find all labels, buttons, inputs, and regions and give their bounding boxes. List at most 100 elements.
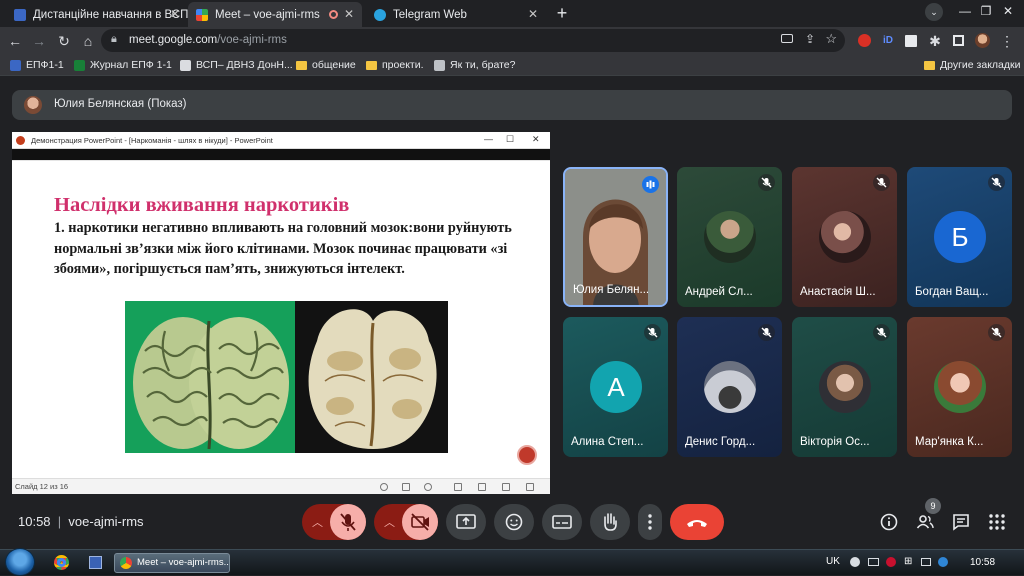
chat-icon[interactable]	[952, 513, 970, 531]
extension-id-icon[interactable]: iD	[879, 32, 897, 50]
taskbar-active-window[interactable]: Meet – voe-ajmi-rms...	[114, 553, 230, 573]
mic-options-chevron-icon[interactable]: ︿	[312, 514, 323, 530]
participant-tile[interactable]: Андрей Сл...	[677, 167, 782, 307]
bookmark-journal[interactable]: Журнал ЕПФ 1-1	[74, 58, 172, 72]
camera-control-group: ︿	[374, 504, 438, 540]
slide-sorter-icon[interactable]	[478, 483, 486, 491]
tab-search-icon[interactable]: ⌄	[925, 3, 943, 21]
extension-red-icon[interactable]	[858, 34, 871, 47]
bookmark-label: Журнал ЕПФ 1-1	[90, 59, 172, 71]
participant-name: Вікторія Ос...	[800, 436, 870, 448]
participant-tile[interactable]: Б Богдан Ващ...	[907, 167, 1012, 307]
tray-window-icon[interactable]	[868, 558, 879, 566]
hand-icon	[604, 513, 617, 531]
participant-tile[interactable]: Анастасія Ш...	[792, 167, 897, 307]
tab-title: Дистанційне навчання в ВСП	[33, 8, 188, 21]
camera-options-chevron-icon[interactable]: ︿	[384, 514, 395, 530]
tab-strip: Дистанційне навчання в ВСП ✕ Meet – voe-…	[0, 0, 1024, 27]
telegram-favicon-icon	[374, 8, 386, 21]
profile-avatar[interactable]	[975, 33, 990, 48]
taskbar-clock[interactable]: 10:58	[970, 557, 995, 568]
back-icon[interactable]: ←	[6, 32, 24, 50]
share-icon[interactable]: ⇪	[805, 32, 815, 46]
normal-view-icon[interactable]	[454, 483, 462, 491]
bookmark-folder-proekty[interactable]: проекти.	[366, 58, 424, 72]
bookmark-star-icon[interactable]: ☆	[825, 31, 837, 47]
bookmark-folder-obshchenie[interactable]: общение	[296, 58, 356, 72]
participant-tile[interactable]: Юлия Белян...	[563, 167, 668, 307]
reload-icon[interactable]: ↻	[55, 32, 73, 50]
new-tab-button[interactable]: +	[552, 2, 572, 24]
chrome-taskbar-icon[interactable]	[52, 554, 72, 572]
lock-icon: 🔒︎	[111, 33, 117, 45]
restore-button[interactable]: ❐	[976, 0, 996, 22]
site-favicon-icon	[10, 59, 21, 71]
mic-toggle-button[interactable]	[330, 504, 366, 540]
bookmark-yak-ty-brate[interactable]: Як ти, брате?	[434, 58, 515, 72]
leave-call-button[interactable]	[670, 504, 724, 540]
taskbar-item-label: Meet – voe-ajmi-rms...	[137, 557, 230, 568]
close-tab-icon[interactable]: ✕	[344, 7, 354, 21]
avatar: Б	[934, 211, 986, 263]
emoji-icon	[505, 513, 523, 531]
camera-in-use-icon[interactable]	[781, 34, 793, 43]
captions-button[interactable]	[542, 504, 582, 540]
speaking-indicator-icon	[642, 176, 659, 193]
tab-meet[interactable]: Meet – voe-ajmi-rms ✕	[188, 2, 362, 27]
tray-network-icon[interactable]: ⊞	[904, 556, 912, 567]
brain-damaged-image	[295, 301, 448, 453]
minimize-icon[interactable]: —	[484, 134, 493, 144]
start-button[interactable]	[5, 548, 35, 576]
tab-distance-learning[interactable]: Дистанційне навчання в ВСП ✕	[6, 2, 188, 27]
language-indicator[interactable]: UK	[826, 556, 840, 567]
bookmark-epf[interactable]: ЕПФ1-1	[10, 58, 64, 72]
close-tab-icon[interactable]: ✕	[528, 7, 538, 21]
people-icon[interactable]	[916, 513, 934, 531]
activities-icon[interactable]	[988, 513, 1006, 531]
participant-tile[interactable]: Денис Горд...	[677, 317, 782, 457]
chrome-menu-icon[interactable]: ⋮	[998, 32, 1016, 50]
avatar	[819, 211, 871, 263]
reading-view-icon[interactable]	[502, 483, 510, 491]
slideshow-icon[interactable]	[526, 483, 534, 491]
extensions-puzzle-icon[interactable]: ✱	[926, 32, 944, 50]
bookmark-label: проекти.	[382, 59, 424, 71]
meeting-details-icon[interactable]	[880, 513, 898, 531]
home-icon[interactable]: ⌂	[79, 32, 97, 50]
tray-red-app-icon[interactable]	[886, 557, 896, 567]
address-bar[interactable]: 🔒︎ meet.google.com/voe-ajmi-rms ⇪ ☆	[101, 29, 845, 52]
close-icon[interactable]: ✕	[532, 134, 540, 145]
avatar	[704, 211, 756, 263]
participant-tile[interactable]: А Алина Степ...	[563, 317, 668, 457]
minimize-button[interactable]: —	[955, 0, 975, 22]
camera-toggle-button[interactable]	[402, 504, 438, 540]
mic-control-group: ︿	[302, 504, 366, 540]
maximize-icon[interactable]: ☐	[506, 134, 514, 145]
extension-square-icon[interactable]	[905, 35, 917, 47]
participant-name: Юлия Белян...	[573, 284, 650, 296]
tab-telegram[interactable]: Telegram Web ✕	[366, 2, 546, 27]
reactions-button[interactable]	[494, 504, 534, 540]
more-options-button[interactable]	[638, 504, 662, 540]
avatar	[819, 361, 871, 413]
close-window-button[interactable]: ✕	[998, 0, 1018, 22]
participant-tile[interactable]: Мар'янка К...	[907, 317, 1012, 457]
participant-tile[interactable]: Вікторія Ос...	[792, 317, 897, 457]
tray-minus-icon[interactable]	[850, 557, 860, 567]
save-taskbar-icon[interactable]	[86, 554, 106, 572]
tray-display-icon[interactable]	[921, 558, 931, 566]
accessibility-icon[interactable]	[380, 483, 388, 491]
other-bookmarks[interactable]: Другие закладки	[924, 58, 1020, 72]
zoom-icon[interactable]	[424, 483, 432, 491]
present-screen-button[interactable]	[446, 504, 486, 540]
raise-hand-button[interactable]	[590, 504, 630, 540]
bookmark-vsp[interactable]: ВСП– ДВНЗ ДонН...	[180, 58, 293, 72]
presenter-label: Юлия Белянская (Показ)	[54, 98, 187, 110]
tray-power-icon[interactable]	[938, 557, 948, 567]
presentation-window[interactable]: Демонстрация PowerPoint - [Наркоманія - …	[12, 132, 550, 494]
side-panel-icon[interactable]	[953, 35, 964, 46]
close-tab-icon[interactable]: ✕	[170, 7, 180, 21]
other-bookmarks-label: Другие закладки	[940, 59, 1021, 71]
forward-icon[interactable]: →	[30, 32, 48, 50]
notes-icon[interactable]	[402, 483, 410, 491]
